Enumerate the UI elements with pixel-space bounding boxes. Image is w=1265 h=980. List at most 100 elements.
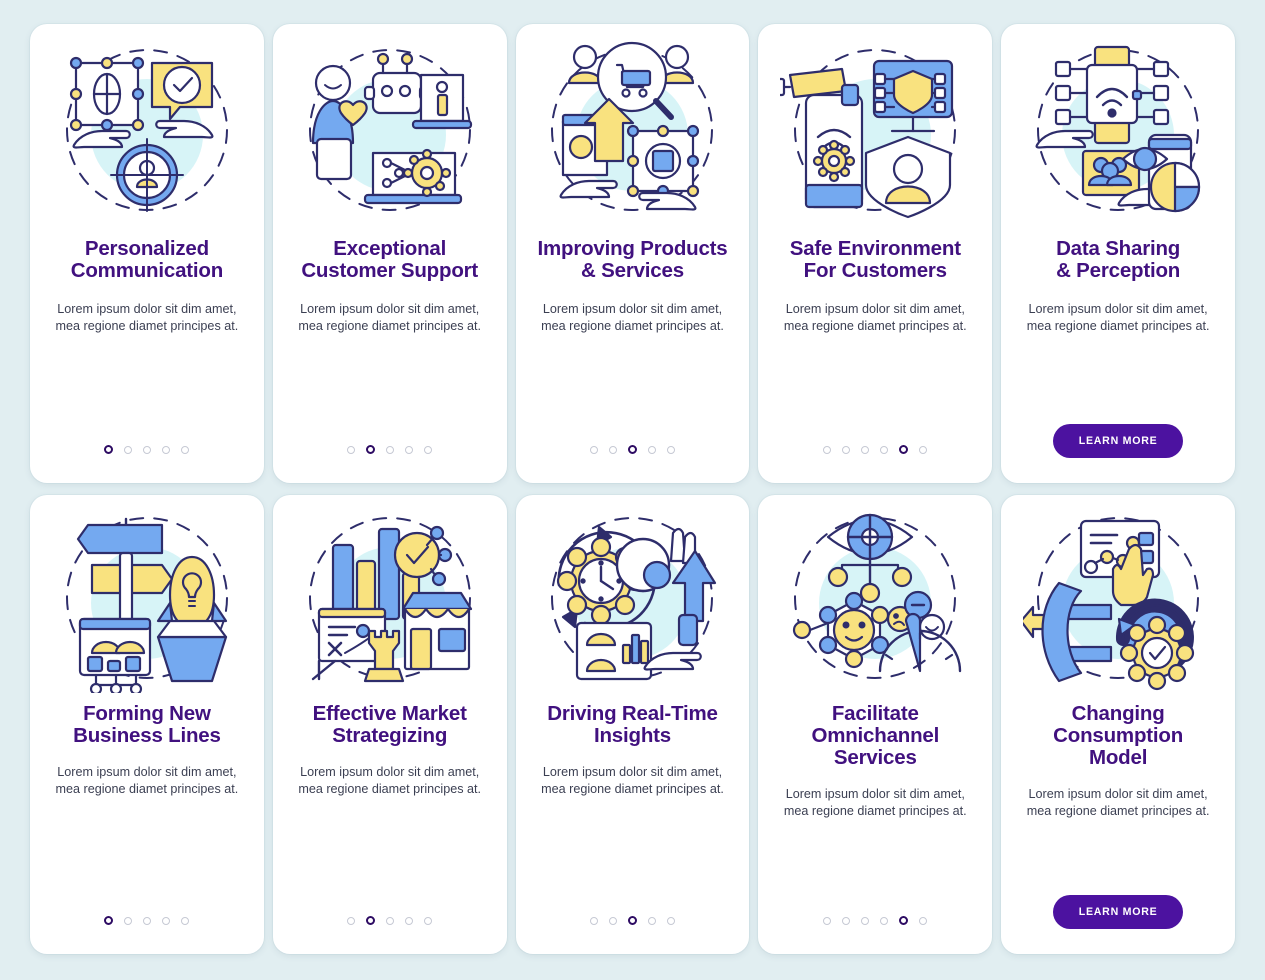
pagination-dot[interactable] (162, 445, 171, 454)
onboarding-card-driving-real-time-insights: Driving Real-Time Insights Lorem ipsum dol… (515, 495, 750, 954)
pagination-dot[interactable] (424, 916, 433, 925)
pagination-dot[interactable] (823, 916, 832, 925)
pagination-dot[interactable] (143, 916, 152, 925)
pagination-dot[interactable] (589, 916, 598, 925)
pagination-dot[interactable] (919, 445, 928, 454)
pagination-dot[interactable] (842, 445, 851, 454)
pagination-dot-active[interactable] (104, 445, 114, 454)
pagination-dot[interactable] (589, 445, 598, 454)
card-title: Facilitate Omnichannel Services (801, 703, 949, 769)
card-title-line: Customer Support (301, 258, 479, 282)
card-title-line: Effective Market (312, 702, 467, 725)
pagination-dots (589, 916, 675, 925)
pagination-dot-active[interactable] (366, 916, 376, 925)
card-description: Lorem ipsum dolor sit dim amet, mea regi… (783, 301, 967, 334)
pagination-dot[interactable] (386, 916, 395, 925)
pagination-dot-active[interactable] (627, 445, 637, 454)
pagination-dot-active[interactable] (104, 916, 114, 925)
signpost-rocket-box-icon (30, 495, 264, 701)
pagination-dot-active[interactable] (366, 445, 376, 454)
card-title-line: Communication (70, 258, 224, 282)
onboarding-card-personalized-communication: Personalized Communication Lorem ipsum dol… (30, 24, 264, 483)
pagination-dot-active[interactable] (899, 445, 909, 454)
pagination-dot-active[interactable] (899, 916, 909, 925)
onboarding-card-forming-new-business-lines: Forming New Business Lines Lorem ipsum dol… (30, 495, 264, 954)
pagination-dot[interactable] (647, 916, 656, 925)
pagination-dot[interactable] (861, 445, 870, 454)
card-title: Exceptional Customer Support (291, 238, 488, 282)
pagination-dot[interactable] (424, 445, 433, 454)
pagination-dot[interactable] (143, 445, 152, 454)
network-hands-target-person-icon (30, 24, 264, 236)
card-title-line: Insights (593, 723, 671, 747)
card-title-line: Safe Environment (789, 237, 961, 260)
pagination-dot[interactable] (124, 916, 133, 925)
pagination-dots (589, 445, 675, 454)
card-title-line: Facilitate (831, 702, 919, 725)
onboarding-screens-grid: Personalized Communication Lorem ipsum dol… (0, 0, 1265, 980)
learn-more-button[interactable]: LEARN MORE (1052, 895, 1184, 929)
pagination-dot[interactable] (405, 916, 414, 925)
card-description: Lorem ipsum dolor sit dim amet, mea regi… (541, 764, 724, 797)
card-description: Lorem ipsum dolor sit dim amet, mea regi… (541, 301, 724, 334)
pagination-dot[interactable] (880, 916, 889, 925)
pagination-dots (823, 445, 928, 454)
pagination-dot[interactable] (347, 916, 356, 925)
pagination-dot[interactable] (181, 916, 190, 925)
pagination-dot[interactable] (181, 445, 190, 454)
card-title-line: Improving Products (537, 237, 728, 260)
card-description: Lorem ipsum dolor sit dim amet, mea regi… (1026, 786, 1210, 819)
pagination-dot[interactable] (386, 445, 395, 454)
pagination-dot-active[interactable] (627, 916, 637, 925)
onboarding-card-improving-products-services: Improving Products & Services Lorem ipsum … (515, 24, 750, 483)
pagination-dot[interactable] (608, 916, 617, 925)
card-title: Forming New Business Lines (63, 703, 231, 747)
pagination-dot[interactable] (842, 916, 851, 925)
pagination-dot[interactable] (861, 916, 870, 925)
chatbot-support-laptop-icon (273, 24, 507, 236)
card-title: Improving Products & Services (527, 238, 737, 282)
card-title: Safe Environment For Customers (780, 238, 971, 282)
card-description: Lorem ipsum dolor sit dim amet, mea regi… (783, 786, 967, 819)
pagination-dots (347, 916, 433, 925)
onboarding-card-facilitate-omnichannel-services: Facilitate Omnichannel Services Lorem ipsum… (758, 495, 993, 954)
pagination-dot[interactable] (666, 445, 675, 454)
card-title-line: Data Sharing (1056, 237, 1181, 260)
pagination-dot[interactable] (608, 445, 617, 454)
onboarding-card-safe-environment-for-customers: Safe Environment For Customers Lorem ipsum… (758, 24, 993, 483)
pagination-dot[interactable] (666, 916, 675, 925)
card-title-line: Strategizing (332, 723, 448, 747)
card-title-line: Forming New (83, 702, 211, 725)
pagination-dot[interactable] (647, 445, 656, 454)
card-title-line: Changing (1071, 702, 1165, 725)
pagination-dot[interactable] (880, 445, 889, 454)
card-title-line: Model (1088, 745, 1148, 769)
card-title-line: Omnichannel (811, 723, 940, 747)
pagination-dots (347, 445, 433, 454)
camera-phone-shield-monitor-icon (758, 24, 992, 236)
learn-more-button[interactable]: LEARN MORE (1052, 424, 1184, 458)
card-title-line: Personalized (84, 237, 209, 260)
pagination-dot[interactable] (823, 445, 832, 454)
pagination-dot[interactable] (919, 916, 928, 925)
onboarding-card-exceptional-customer-support: Exceptional Customer Support Lorem ipsum d… (272, 24, 507, 483)
card-title-line: & Perception (1056, 258, 1181, 282)
card-description: Lorem ipsum dolor sit dim amet, mea regi… (55, 301, 239, 334)
pagination-dot[interactable] (405, 445, 414, 454)
barchart-chess-rook-store-icon (273, 495, 507, 701)
cart-magnifier-product-chip-icon (516, 24, 750, 236)
pagination-dot[interactable] (347, 445, 356, 454)
card-title: Driving Real-Time Insights (537, 703, 728, 747)
clock-gear-arrow-dashboard-icon (516, 495, 750, 701)
pagination-dot[interactable] (124, 445, 133, 454)
card-title: Data Sharing & Perception (1046, 238, 1190, 282)
card-title-line: Consumption (1053, 723, 1184, 747)
wifi-hands-eye-chart-icon (1001, 24, 1235, 236)
pagination-dot[interactable] (162, 916, 171, 925)
card-title-line: Driving Real-Time (547, 702, 718, 725)
dashboard-hand-arrows-gear-icon (1001, 495, 1235, 701)
pagination-dots (104, 445, 190, 454)
eye-network-smiley-gauge-icon (758, 495, 992, 701)
card-description: Lorem ipsum dolor sit dim amet, mea regi… (55, 764, 239, 797)
card-title-line: Business Lines (73, 723, 221, 747)
